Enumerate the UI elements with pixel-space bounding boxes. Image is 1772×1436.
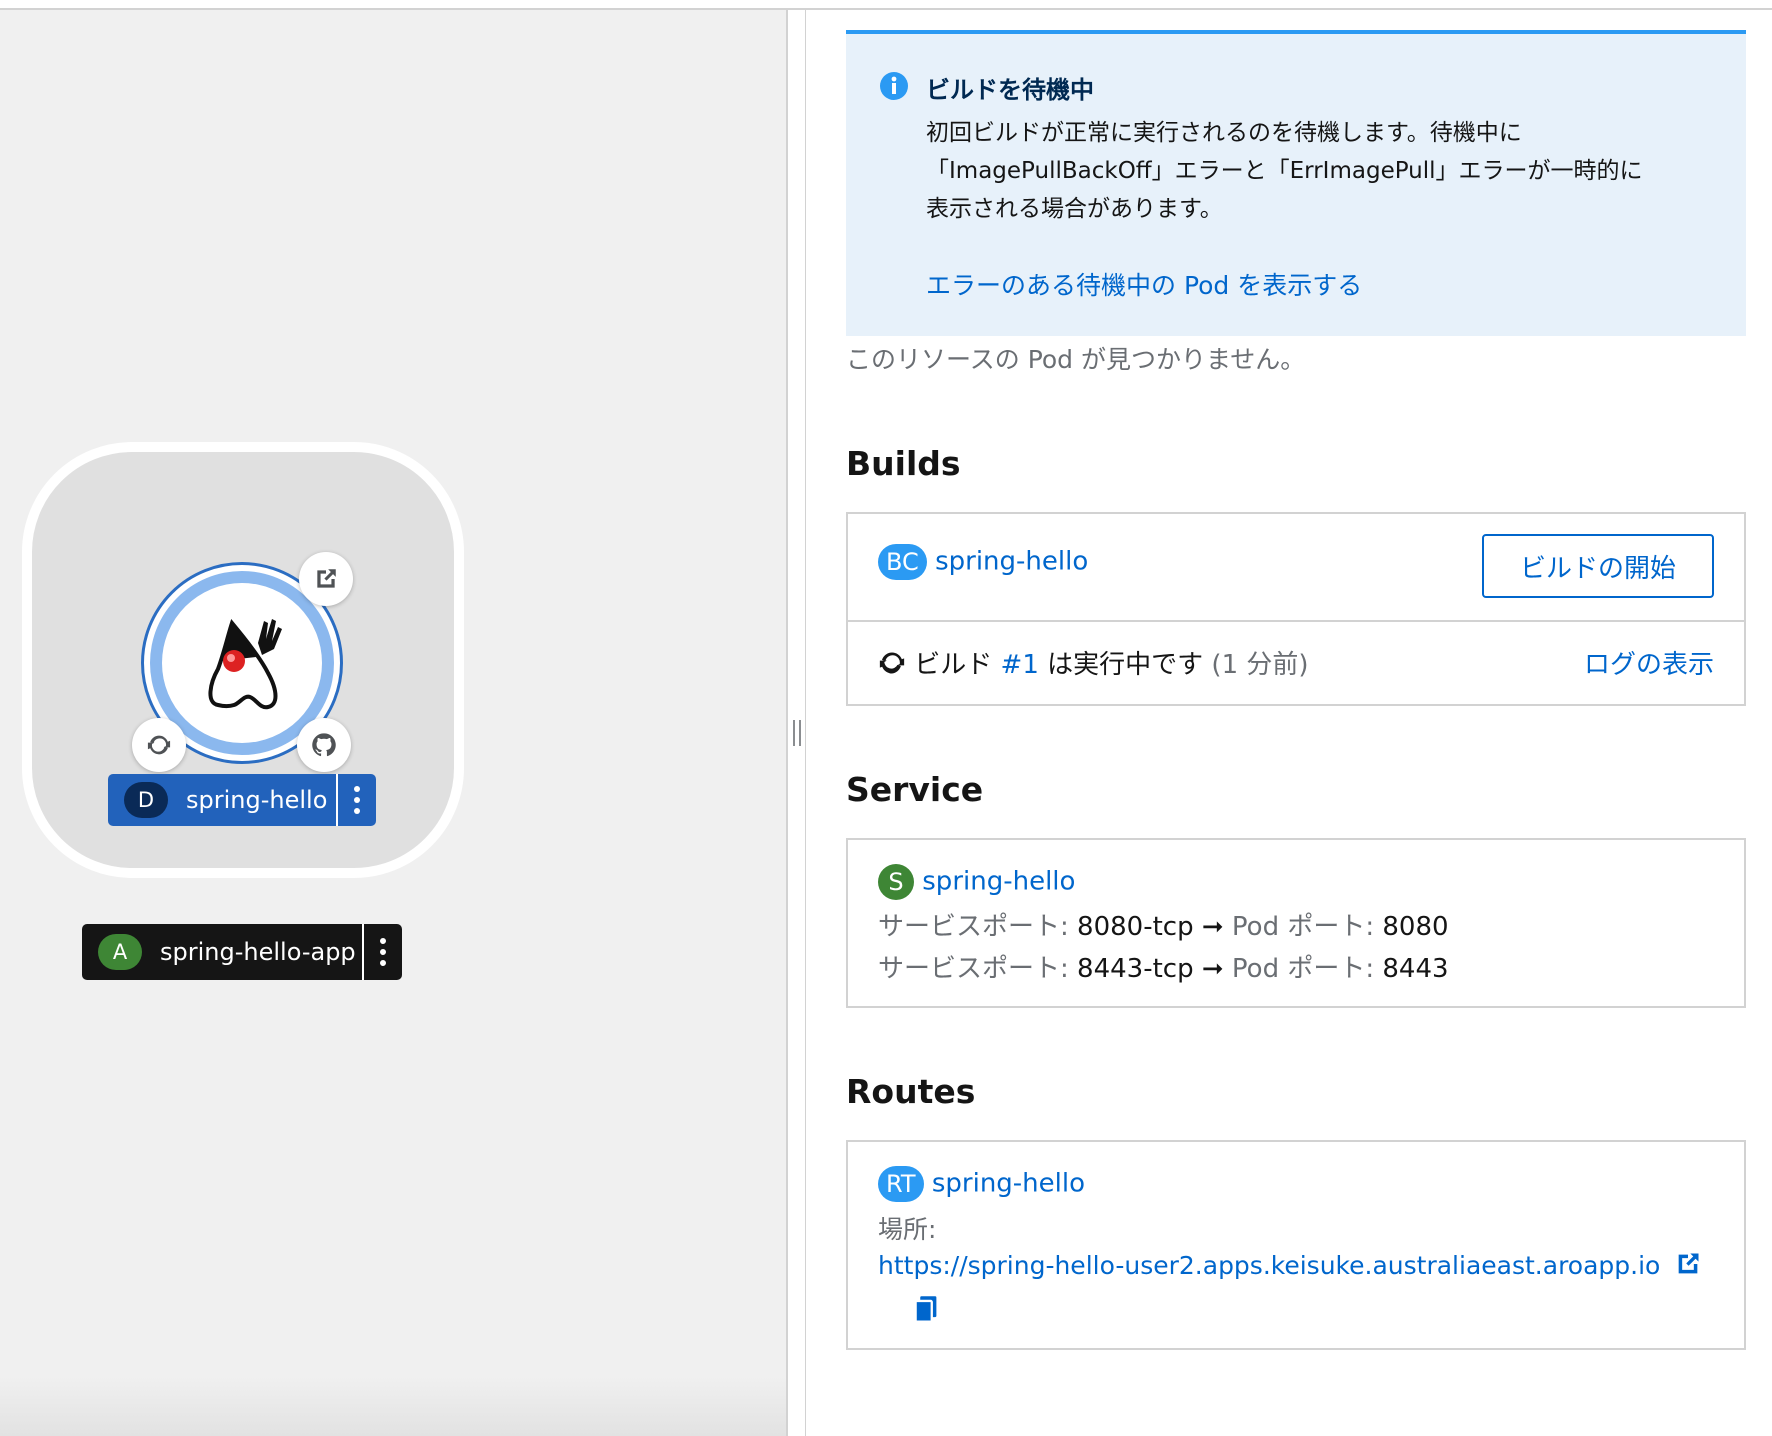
builds-divider [848,620,1744,622]
external-link-icon[interactable] [1674,1250,1702,1278]
sync-icon [147,735,171,755]
source-code-decorator[interactable] [297,718,351,772]
service-card: S spring-hello サービスポート: 8080-tcp ➞ Pod ポ… [846,838,1746,1008]
service-row: S spring-hello [878,864,1075,900]
canvas-bottom-shade [0,1376,788,1436]
alert-body-line: 「ImagePullBackOff」エラーと「ErrImagePull」エラーが… [926,158,1643,184]
service-port-label: サービスポート: [878,954,1069,984]
top-border [0,0,1772,10]
info-circle-icon [880,72,908,100]
alert-body-line: 初回ビルドが正常に実行されるのを待機します。待機中に [926,120,1522,146]
pod-port-value: 8080 [1382,912,1449,942]
service-port-row: サービスポート: 8080-tcp ➞ Pod ポート: 8080 [878,906,1449,943]
no-pods-message: このリソースの Pod が見つかりません。 [846,345,1306,374]
builds-heading: Builds [846,444,961,483]
route-url-link[interactable]: https://spring-hello-user2.apps.keisuke.… [878,1251,1660,1280]
application-actions-kebab[interactable] [362,924,402,980]
workload-name: spring-hello [186,786,328,814]
deployment-badge: D [124,782,168,818]
buildconfig-badge: BC [878,544,927,580]
build-status-row: ビルド #1 は実行中です (1 分前) [878,644,1309,681]
view-waiting-pods-link[interactable]: エラーのある待機中の Pod を表示する [926,266,1362,302]
panel-resize-handle[interactable] [786,10,806,1436]
node-icon-area [162,583,322,743]
route-row: RT spring-hello [878,1166,1085,1202]
buildconfig-link[interactable]: spring-hello [935,547,1088,577]
pod-port-label: Pod ポート: [1231,912,1375,942]
alert-body-line: 表示される場合があります。 [926,196,1223,222]
waiting-for-build-alert: ビルドを待機中 初回ビルドが正常に実行されるのを待機します。待機中に 「Imag… [846,30,1746,336]
running-sync-icon [879,652,905,674]
external-link-icon [317,569,336,588]
application-label[interactable]: A spring-hello-app [82,924,402,980]
workload-actions-kebab[interactable] [336,774,376,826]
alert-description: 初回ビルドが正常に実行されるのを待機します。待機中に 「ImagePullBac… [926,114,1726,228]
arrow-right-icon: ➞ [1201,954,1224,984]
view-logs-link[interactable]: ログの表示 [1584,644,1714,681]
build-config-row: BC spring-hello [878,544,1088,580]
alert-title: ビルドを待機中 [926,76,1094,104]
build-status-text: は実行中です [1047,650,1204,680]
routes-heading: Routes [846,1072,976,1111]
application-badge: A [98,934,142,970]
github-icon [312,733,336,757]
service-port-value: 8080-tcp [1077,912,1194,942]
service-heading: Service [846,770,984,809]
copy-icon[interactable] [912,1294,940,1324]
service-link[interactable]: spring-hello [922,867,1075,897]
route-badge: RT [878,1166,924,1202]
builds-card: BC spring-hello ビルドの開始 ビルド #1 は実行中です (1 … [846,512,1746,706]
route-url-row: https://spring-hello-user2.apps.keisuke.… [878,1250,1702,1280]
start-build-button[interactable]: ビルドの開始 [1482,534,1714,598]
application-name: spring-hello-app [160,938,356,966]
service-port-label: サービスポート: [878,912,1069,942]
java-duke-icon [208,618,282,710]
route-link[interactable]: spring-hello [932,1169,1085,1199]
service-badge: S [878,864,914,900]
open-url-decorator[interactable] [299,552,353,606]
pod-port-label: Pod ポート: [1231,954,1375,984]
service-port-value: 8443-tcp [1077,954,1194,984]
workload-label[interactable]: D spring-hello [108,774,376,826]
build-status-prefix: ビルド [914,650,993,680]
arrow-right-icon: ➞ [1201,912,1224,942]
service-port-row: サービスポート: 8443-tcp ➞ Pod ポート: 8443 [878,948,1449,985]
location-label: 場所: [878,1215,937,1244]
resize-grip-icon [793,720,801,746]
build-status-decorator[interactable] [132,718,186,772]
pod-port-value: 8443 [1382,954,1449,984]
build-elapsed-time: (1 分前) [1211,650,1309,680]
build-number-link[interactable]: #1 [1001,650,1039,680]
routes-card: RT spring-hello 場所: https://spring-hello… [846,1140,1746,1350]
